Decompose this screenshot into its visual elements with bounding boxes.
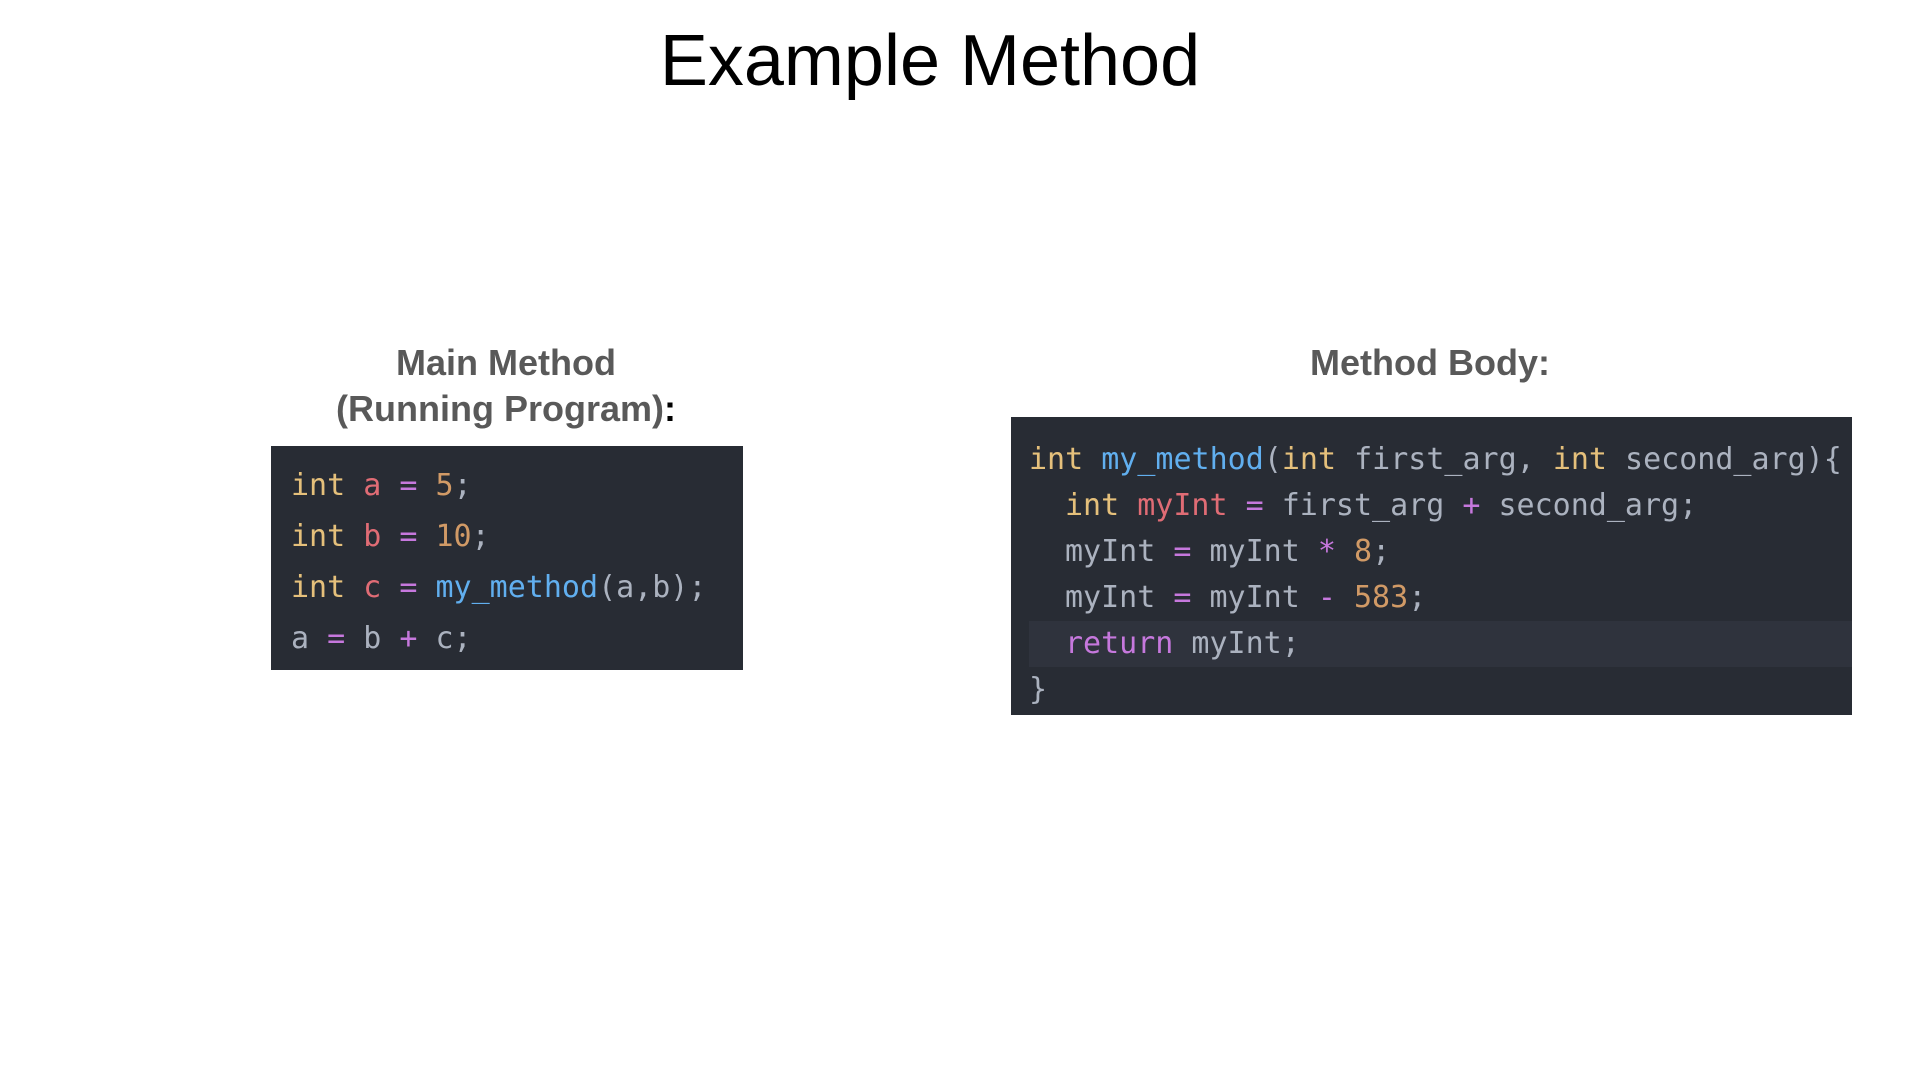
method-body-label-colon: : (1537, 342, 1550, 383)
main-method-code-block: int a = 5; int b = 10; int c = my_method(a… (271, 446, 743, 670)
code-token-variable: myInt (1137, 488, 1228, 523)
code-token-keyword: int (1065, 488, 1120, 523)
code-token-operator: = (1173, 534, 1192, 569)
code-token-plain: c; (417, 621, 472, 656)
code-token-function: my_method (1101, 442, 1264, 477)
code-token-operator: = (399, 468, 418, 503)
code-token-operator: = (399, 570, 418, 605)
main-method-label-line1: Main Method (396, 342, 616, 383)
code-token-operator: * (1317, 534, 1336, 569)
code-token-operator: = (1173, 580, 1192, 615)
code-token-number: 10 (435, 519, 472, 554)
method-body-label-text: Method Body (1310, 342, 1538, 383)
code-token-plain: myInt (1065, 580, 1174, 615)
code-token-number: 5 (435, 468, 454, 503)
code-token-operator: = (399, 519, 418, 554)
code-token-variable: a (363, 468, 382, 503)
method-body-code-block: int my_method(int first_arg, int second_… (1011, 417, 1852, 715)
code-token-keyword: int (291, 570, 346, 605)
code-line-highlighted: return myInt; (1029, 621, 1852, 667)
code-token-plain: ; (471, 519, 490, 554)
code-token-plain: ; (453, 468, 472, 503)
code-line: int a = 5; (291, 460, 743, 511)
code-token-plain: ; (1372, 534, 1391, 569)
code-token-plain: myInt; (1173, 626, 1300, 661)
code-token-variable: c (363, 570, 382, 605)
code-token-operator: + (399, 621, 418, 656)
code-line: } (1029, 667, 1852, 713)
code-token-plain: myInt (1191, 534, 1318, 569)
code-line: a = b + c; (291, 613, 743, 664)
code-token-plain: myInt (1191, 580, 1318, 615)
code-token-plain: first_arg, (1336, 442, 1553, 477)
code-token-keyword: int (291, 519, 346, 554)
code-token-plain: } (1029, 672, 1048, 707)
code-token-plain: first_arg (1263, 488, 1463, 523)
code-token-plain: ( (1263, 442, 1282, 477)
code-token-keyword: int (1281, 442, 1337, 477)
code-token-operator: - (1317, 580, 1336, 615)
code-token-plain: b (345, 621, 400, 656)
code-token-function: my_method (435, 570, 599, 605)
code-token-variable: b (363, 519, 382, 554)
code-line: int c = my_method(a,b); (291, 562, 743, 613)
code-token-operator: = (1245, 488, 1264, 523)
code-token-plain: second_arg){ (1607, 442, 1842, 477)
code-token-plain: ; (1408, 580, 1427, 615)
code-line: int b = 10; (291, 511, 743, 562)
code-token-keyword: int (1552, 442, 1607, 477)
code-line: myInt = myInt - 583; (1029, 575, 1852, 621)
code-token-operator: = (327, 621, 346, 656)
code-token-operator: + (1462, 488, 1481, 523)
code-token-keyword: int (1029, 442, 1084, 477)
code-token-number: 583 (1354, 580, 1409, 615)
code-token-number: 8 (1354, 534, 1373, 569)
code-token-plain: (a,b); (598, 570, 707, 605)
main-method-label-line2-text: (Running Program) (336, 388, 664, 429)
code-token-plain: second_arg; (1480, 488, 1698, 523)
code-line: int myInt = first_arg + second_arg; (1029, 483, 1852, 529)
main-method-label-colon: : (663, 388, 676, 429)
code-token-plain: a (291, 621, 310, 656)
code-token-keyword: int (291, 468, 346, 503)
slide-title: Example Method (659, 21, 1201, 101)
code-token-plain: myInt (1065, 534, 1174, 569)
code-token-return: return (1065, 626, 1174, 661)
code-line: myInt = myInt * 8; (1029, 529, 1852, 575)
main-method-label: Main Method (Running Program): (270, 340, 742, 432)
method-body-label: Method Body: (1010, 340, 1850, 386)
code-line: int my_method(int first_arg, int second_… (1029, 437, 1852, 483)
main-method-label-line2: (Running Program): (270, 386, 742, 432)
